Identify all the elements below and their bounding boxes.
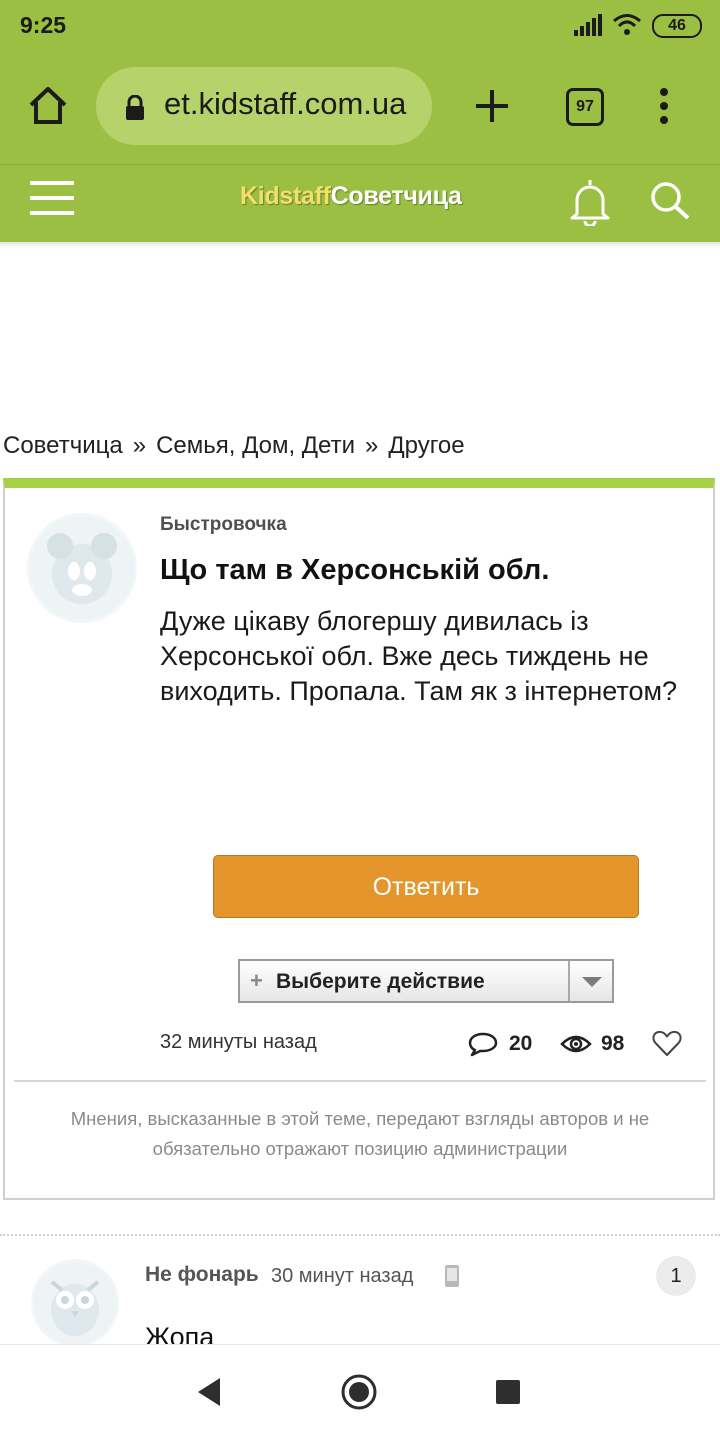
site-logo[interactable]: KidstaffСоветчица [240,182,462,211]
signal-icon [574,14,602,36]
breadcrumb-separator: » [365,432,379,459]
comment-count: 20 [509,1032,533,1055]
action-plus-icon: + [250,968,263,993]
comment-number-badge[interactable]: 1 [656,1256,696,1296]
chevron-down-icon[interactable] [582,977,602,987]
avatar[interactable] [30,516,134,620]
topic-time: 32 минуты назад [160,1031,317,1053]
plus-icon[interactable] [470,84,514,128]
header-shadow [0,242,720,248]
hamburger-icon[interactable] [30,180,74,216]
breadcrumb-item-other[interactable]: Другое [388,432,464,459]
breadcrumb-separator: » [132,432,147,459]
action-select-label[interactable]: Выберите действие [276,970,485,994]
breadcrumb: Советчица » Семья, Дом, Дети » Другое [3,432,465,460]
back-icon[interactable] [196,1376,222,1408]
battery-icon: 46 [652,14,702,38]
reply-button[interactable]: Ответить [213,855,639,918]
wifi-icon [613,14,641,35]
mobile-icon [445,1265,459,1287]
lock-icon [126,95,144,120]
breadcrumb-item-family[interactable]: Семья, Дом, Дети [156,432,355,459]
disclaimer: Мнения, высказанные в этой теме, передаю… [70,1108,650,1159]
logo-sovetchitsa: Советчица [330,182,462,210]
status-time: 9:25 [20,12,67,38]
avatar[interactable] [34,1262,116,1344]
logo-kidstaff: Kidstaff [240,182,331,210]
bell-icon[interactable] [568,176,612,226]
views-count: 98 [601,1032,625,1055]
comment-author[interactable]: Не фонарь [145,1263,259,1287]
topic-body: Дуже цікаву блогершу дивилась із Херсонс… [160,606,678,706]
tabs-icon[interactable]: 97 [566,88,604,126]
heart-icon[interactable] [652,1029,682,1057]
more-vert-icon[interactable] [650,84,678,128]
home-icon[interactable] [26,84,70,128]
comment-icon [468,1032,498,1057]
eye-icon [560,1035,592,1053]
author-name[interactable]: Быстровочка [160,514,287,536]
comment-separator [0,1234,720,1236]
breadcrumb-item-sovetchitsa[interactable]: Советчица [3,432,123,459]
card-divider [14,1080,706,1082]
recents-icon[interactable] [496,1380,520,1404]
home-circle-icon[interactable] [340,1373,378,1411]
comment-time: 30 минут назад [271,1265,414,1287]
url-text[interactable]: et.kidstaff.com.ua [164,86,424,122]
action-select-divider [568,961,570,1001]
search-icon[interactable] [648,180,692,220]
topic-title: Що там в Херсонській обл. [160,554,550,586]
